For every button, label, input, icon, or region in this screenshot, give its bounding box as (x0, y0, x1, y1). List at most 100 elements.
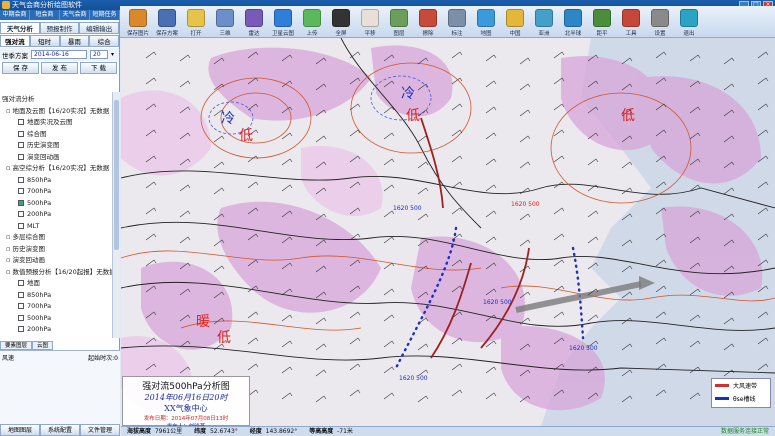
weather-map[interactable]: 冷 低 冷 低 低 暖 低 1620 500 1620 500 1620 500… (121, 38, 775, 426)
map-label: 1620 500 (483, 299, 512, 306)
tree-item[interactable]: ▫ 地面及云图【16/20实况】无数据 (2, 106, 112, 118)
tree-item-label: 200hPa (27, 210, 52, 218)
toolbar-button[interactable]: 工具 (617, 6, 645, 38)
toolbar-button[interactable]: 擦除 (414, 6, 442, 38)
toolbar-button[interactable]: 上传 (298, 6, 326, 38)
toolbar-button-label: 雷达 (248, 31, 260, 37)
toolbar-button[interactable]: 中国 (501, 6, 529, 38)
tree-item-label: 演变回动画 (27, 152, 60, 161)
toolbar-button[interactable]: 全屏 (327, 6, 355, 38)
download-button[interactable]: 下 载 (80, 62, 117, 74)
tree-checkbox[interactable] (18, 303, 24, 309)
tree-item-label: 地面及云图【16/20实况】无数据 (12, 106, 110, 115)
hour-select[interactable]: 20 (90, 50, 108, 59)
tree-item[interactable]: 演变回动画 (2, 152, 112, 164)
toolbar-button[interactable]: 标注 (443, 6, 471, 38)
toolbar-button[interactable]: 地图 (472, 6, 500, 38)
tree-item[interactable]: 500hPa (2, 198, 112, 210)
toolbar-button-label: 卫星云图 (271, 31, 294, 37)
tree-item[interactable]: 850hPa (2, 290, 112, 302)
tree-item-label: 高空综分析【16/20实况】无数据 (12, 164, 110, 172)
tab-forecast[interactable]: 预报制作 (39, 22, 80, 34)
toolbar-button[interactable]: 设置 (646, 6, 674, 38)
tree-checkbox[interactable] (18, 211, 24, 217)
file-manage-button[interactable]: 文件管理 (80, 424, 120, 436)
toolbar-button[interactable]: 平移 (356, 6, 384, 38)
toolbar-button[interactable]: 卫星云图 (269, 6, 297, 38)
tree-checkbox[interactable] (18, 153, 24, 160)
toolbar-button-label: 亚洲 (538, 31, 550, 37)
tab-rainstorm[interactable]: 暴雨 (59, 35, 90, 47)
scroll-thumb[interactable] (114, 100, 119, 250)
menu-item[interactable]: 短会商 (30, 10, 60, 20)
tree-checkbox[interactable] (18, 119, 24, 125)
tab-cloud[interactable]: 云图 (32, 341, 54, 350)
tree-item[interactable]: 历史演变图 (2, 140, 112, 152)
chevron-down-icon[interactable]: ▾ (111, 51, 114, 58)
tree-item[interactable]: ▫ 多层综合图 (2, 232, 112, 244)
tree-item[interactable]: 850hPa (2, 175, 112, 187)
open-folder-icon (187, 9, 205, 27)
tree-item[interactable]: 综合图 (2, 129, 112, 141)
tree-item[interactable]: ▫ 历史演变图 (2, 244, 112, 256)
tree-checkbox[interactable] (18, 130, 24, 137)
toolbar-button-label: 上传 (306, 31, 318, 37)
publish-button[interactable]: 发 布 (41, 62, 78, 74)
tree-item-label: 地面 (27, 279, 40, 287)
tab-edit-output[interactable]: 编辑输出 (79, 22, 120, 34)
tab-convection[interactable]: 强对流 (0, 35, 30, 47)
tree-checkbox[interactable] (18, 291, 24, 298)
tree-scrollbar[interactable] (112, 92, 120, 338)
tree-item[interactable]: ▫ 数值预报分析【16/20起报】无数据 (2, 267, 112, 279)
toolbar-button[interactable]: 保存方案 (153, 6, 181, 38)
toolbar-button[interactable]: 图层 (385, 6, 413, 38)
tree-item[interactable]: 500hPa (2, 313, 112, 325)
date-picker[interactable]: 2014-06-16 (31, 50, 87, 59)
tree-checkbox[interactable] (18, 199, 24, 206)
tree-item[interactable]: 地面实况及云图 (2, 117, 112, 129)
tree-item[interactable]: ▫ 演变回动画 (2, 255, 112, 267)
toolbar-button-label: 三维 (219, 31, 231, 37)
tree-item[interactable]: 700hPa (2, 186, 112, 198)
tab-comprehensive[interactable]: 综合 (89, 35, 119, 47)
map-layer-button[interactable]: 地图图层 (0, 424, 40, 436)
map-label: 1620 500 (569, 345, 598, 352)
toolbar-button[interactable]: 亚洲 (530, 6, 558, 38)
tab-short-term[interactable]: 短时 (29, 35, 60, 47)
tab-weather-analysis[interactable]: 天气分析 (0, 22, 40, 34)
tree-checkbox[interactable] (18, 188, 24, 194)
tree-checkbox[interactable] (18, 142, 24, 148)
tree-checkbox[interactable] (18, 222, 24, 229)
toolbar-button[interactable]: 北半球 (559, 6, 587, 38)
toolbar-button[interactable]: 雷达 (240, 6, 268, 38)
tools-icon (622, 9, 640, 27)
tree-item[interactable]: 700hPa (2, 301, 112, 313)
tree-item[interactable]: ▫ 高空综分析【16/20实况】无数据 (2, 163, 112, 175)
tree-checkbox[interactable] (18, 280, 24, 286)
longitude-readout: 经度 143.8692° (249, 428, 298, 435)
toolbar-button[interactable]: 三维 (211, 6, 239, 38)
menu-item[interactable]: 中期会商 (0, 10, 30, 20)
menu-item[interactable]: 短期任务 (90, 10, 120, 20)
tree-item[interactable]: MLT (2, 221, 112, 233)
save-button[interactable]: 保 存 (2, 62, 39, 74)
toolbar-button-label: 距平 (596, 31, 608, 37)
toolbar-button[interactable]: 退出 (675, 6, 703, 38)
tree-checkbox[interactable] (18, 326, 24, 332)
map-canvas[interactable]: 冷 低 冷 低 低 暖 低 1620 500 1620 500 1620 500… (121, 38, 775, 426)
tree-checkbox[interactable] (18, 176, 24, 183)
system-config-button[interactable]: 系统配置 (40, 424, 80, 436)
tab-element-layer[interactable]: 要素图层 (0, 341, 33, 350)
tree-item[interactable]: 200hPa (2, 209, 112, 221)
hemisphere-icon (564, 9, 582, 27)
map-label: 低 (406, 108, 420, 124)
tree-item[interactable]: 200hPa (2, 324, 112, 336)
toolbar-button[interactable]: 距平 (588, 6, 616, 38)
tree-checkbox[interactable] (18, 314, 24, 321)
tree-item[interactable]: 地面 (2, 278, 112, 290)
tree-item[interactable]: 强对流分析 (2, 94, 112, 106)
toolbar-button[interactable]: 打开 (182, 6, 210, 38)
toolbar-button[interactable]: 保存图片 (124, 6, 152, 38)
menu-item[interactable]: 天气会商 (60, 10, 90, 20)
property-row: 风速 起始时次:0 (2, 353, 118, 362)
